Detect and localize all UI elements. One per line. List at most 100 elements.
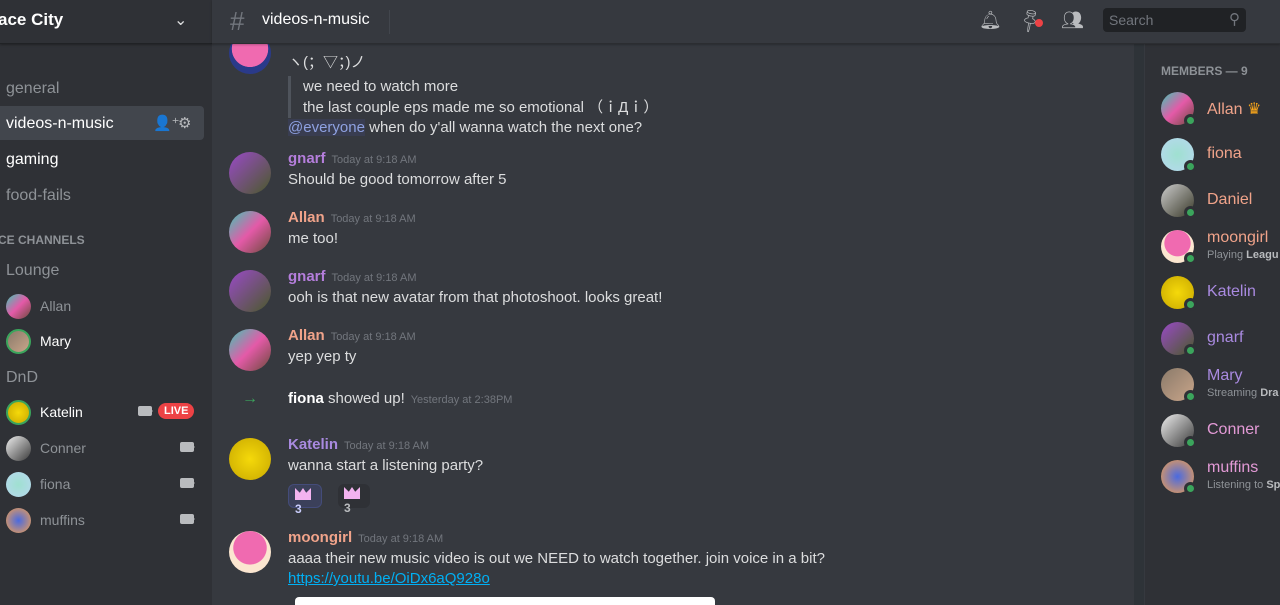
online-status-icon — [1184, 344, 1197, 357]
message-text: me too! — [288, 230, 339, 247]
online-status-icon — [1184, 160, 1197, 173]
message-text: ooh is that new avatar from that photosh… — [288, 289, 663, 306]
video-embed[interactable] — [295, 597, 715, 605]
online-status-icon — [1184, 390, 1197, 403]
online-status-icon — [1184, 298, 1197, 311]
voice-user-name: Katelin — [40, 404, 83, 420]
member-item[interactable]: muffins Listening to Sp — [1161, 458, 1280, 498]
member-item[interactable]: Katelin — [1161, 274, 1280, 314]
member-name: Katelin — [1207, 283, 1256, 300]
voice-category[interactable]: CE CHANNELS — [0, 233, 85, 247]
voice-user[interactable]: Allan — [0, 291, 210, 321]
cat-emoji-icon — [344, 487, 360, 499]
voice-user-name: Mary — [40, 333, 72, 349]
avatar[interactable] — [229, 531, 271, 573]
members-icon[interactable]: 👥︎ — [1061, 10, 1084, 31]
voice-user[interactable]: Mary — [0, 326, 210, 356]
channel-label: gaming — [6, 151, 59, 168]
channel-sidebar: ace City ⌄ general videos-n-music 👤⁺ ⚙ g… — [0, 0, 212, 605]
message-text: yep yep ty — [288, 348, 357, 365]
username[interactable]: gnarf Today at 9:18 AM — [288, 150, 417, 167]
voice-user[interactable]: muffins — [0, 505, 210, 535]
username[interactable]: fiona — [288, 390, 324, 407]
member-item[interactable]: Mary Streaming Dra — [1161, 366, 1280, 406]
join-text: fiona showed up! Yesterday at 2:38PM — [288, 390, 512, 407]
unread-dot — [1035, 19, 1043, 27]
member-list: MEMBERS — 9 Allan ♛ fiona Daniel moongirl Pl… — [1145, 44, 1280, 605]
crown-icon: ♛ — [1247, 101, 1262, 118]
avatar — [6, 508, 31, 533]
search-input[interactable] — [1103, 8, 1218, 32]
members-header: MEMBERS — 9 — [1161, 64, 1248, 78]
username[interactable]: Katelin Today at 9:18 AM — [288, 436, 429, 453]
member-item[interactable]: moongirl Playing Leagu — [1161, 228, 1280, 268]
server-header[interactable]: ace City ⌄ — [0, 0, 212, 44]
reaction-button[interactable]: 3 — [288, 484, 322, 516]
channel-gaming[interactable]: gaming — [0, 142, 204, 176]
member-activity: Streaming Dra — [1207, 387, 1279, 399]
voice-channel-dnd[interactable]: DnD — [6, 369, 38, 387]
member-name: Mary — [1207, 367, 1243, 384]
cat-emoji-icon — [295, 488, 311, 500]
voice-user[interactable]: Katelin LIVE — [0, 397, 210, 427]
quote-line: we need to watch more — [303, 78, 459, 95]
member-item[interactable]: Allan ♛ — [1161, 90, 1280, 130]
online-status-icon — [1184, 482, 1197, 495]
username[interactable]: Allan Today at 9:18 AM — [288, 209, 416, 226]
voice-user[interactable]: fiona — [0, 469, 210, 499]
member-name: Daniel — [1207, 191, 1253, 208]
avatar[interactable] — [229, 438, 271, 480]
arrow-right-icon: → — [242, 390, 258, 407]
avatar[interactable] — [229, 152, 271, 194]
timestamp: Today at 9:18 AM — [331, 154, 417, 166]
video-icon — [138, 406, 153, 416]
member-item[interactable]: Daniel — [1161, 182, 1280, 222]
member-name: moongirl — [1207, 229, 1269, 246]
scrollbar[interactable] — [1134, 44, 1144, 605]
search-icon[interactable]: ⚲ — [1229, 10, 1240, 28]
search-box[interactable]: ⚲ — [1103, 8, 1246, 32]
bell-icon[interactable]: 🔔︎ — [979, 10, 1002, 31]
voice-channel-lounge[interactable]: Lounge — [6, 262, 59, 280]
online-status-icon — [1184, 436, 1197, 449]
member-name: Conner — [1207, 421, 1260, 438]
video-icon — [180, 442, 195, 452]
online-status-icon — [1184, 206, 1197, 219]
member-item[interactable]: fiona — [1161, 136, 1280, 176]
voice-user-name: Conner — [40, 440, 86, 456]
avatar — [6, 329, 31, 354]
voice-user-name: muffins — [40, 512, 85, 528]
invite-icon[interactable]: 👤⁺ — [153, 114, 180, 132]
channel-header: # videos-n-music 🔔︎ 📌︎ 👥︎ ⚲ — [212, 0, 1280, 44]
reaction-button[interactable]: 3 — [338, 484, 370, 515]
member-item[interactable]: gnarf — [1161, 320, 1280, 360]
message-text: aaaa their new music video is out we NEE… — [288, 550, 825, 567]
timestamp: Today at 9:18 AM — [330, 213, 416, 225]
channel-food-fails[interactable]: food-fails — [0, 178, 204, 212]
timestamp: Today at 9:18 AM — [344, 440, 430, 452]
channel-general[interactable]: general — [0, 71, 204, 105]
text: showed up! — [323, 390, 405, 407]
member-item[interactable]: Conner — [1161, 412, 1280, 452]
gear-icon[interactable]: ⚙ — [178, 114, 191, 132]
member-name: gnarf — [1207, 329, 1244, 346]
username[interactable]: gnarf Today at 9:18 AM — [288, 268, 417, 285]
channel-label: videos-n-music — [6, 115, 114, 132]
timestamp: Today at 9:18 AM — [330, 331, 416, 343]
channel-videos-n-music[interactable]: videos-n-music 👤⁺ ⚙ — [0, 106, 204, 140]
text: when do y'all wanna watch the next one? — [364, 119, 643, 136]
mention[interactable]: @everyone — [288, 119, 365, 136]
avatar[interactable] — [229, 211, 271, 253]
avatar[interactable] — [229, 329, 271, 371]
avatar[interactable] — [229, 44, 271, 74]
channel-label: food-fails — [6, 187, 71, 204]
voice-user[interactable]: Conner — [0, 433, 210, 463]
youtube-link[interactable]: https://youtu.be/OiDx6aQ928o — [288, 570, 490, 587]
voice-user-name: fiona — [40, 476, 71, 492]
username[interactable]: Allan Today at 9:18 AM — [288, 327, 416, 344]
chevron-down-icon[interactable]: ⌄ — [174, 10, 187, 30]
avatar[interactable] — [229, 270, 271, 312]
username[interactable]: moongirl Today at 9:18 AM — [288, 529, 443, 546]
message-text: Should be good tomorrow after 5 — [288, 171, 507, 188]
member-activity: Listening to Sp — [1207, 479, 1280, 491]
